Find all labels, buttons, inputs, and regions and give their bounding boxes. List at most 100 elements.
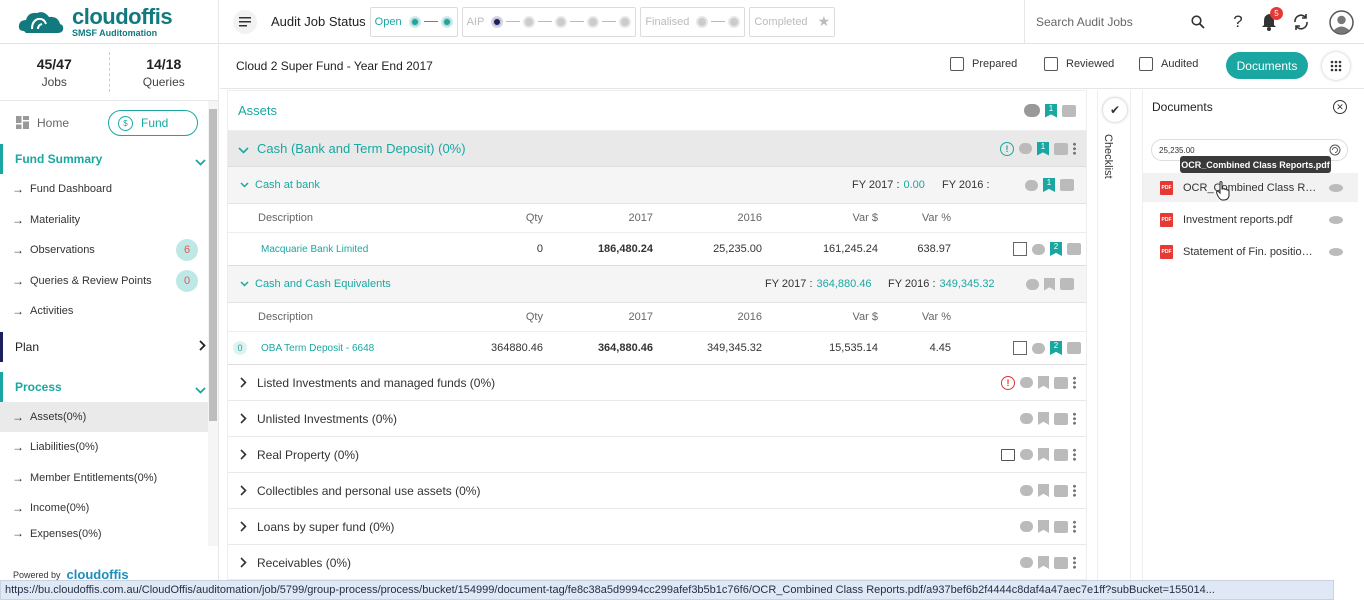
stage-finalised[interactable]: Finalised	[640, 6, 746, 37]
flag-icon[interactable]: 2	[1050, 341, 1062, 355]
comment-icon[interactable]	[1020, 449, 1033, 460]
search-input[interactable]	[1036, 15, 1191, 29]
flag-icon[interactable]	[1038, 520, 1049, 533]
apps-grid-icon[interactable]	[1322, 52, 1350, 80]
note-icon[interactable]	[1067, 243, 1081, 255]
sidebar-item-fund-dashboard[interactable]: → Fund Dashboard	[0, 174, 218, 205]
category-listed-investments[interactable]: Listed Investments and managed funds (0%…	[228, 365, 1086, 401]
sidebar-item-liabilities[interactable]: → Liabilities(0%)	[0, 432, 218, 463]
flag-icon[interactable]	[1038, 412, 1049, 425]
help-icon[interactable]: ?	[1227, 11, 1249, 33]
comment-icon[interactable]	[1032, 342, 1045, 354]
note-icon[interactable]	[1060, 179, 1074, 191]
comment-icon[interactable]	[1020, 413, 1033, 424]
checkbox[interactable]	[950, 57, 964, 71]
reviewed-checkbox[interactable]: Reviewed	[1044, 57, 1114, 71]
sidebar-item-expenses[interactable]: → Expenses(0%)	[0, 524, 218, 540]
note-icon[interactable]	[1054, 520, 1068, 533]
documents-button[interactable]: Documents	[1226, 52, 1308, 79]
more-vertical-icon[interactable]	[1073, 556, 1076, 569]
stage-aip[interactable]: AIP	[461, 6, 637, 37]
flag-icon[interactable]	[1038, 556, 1049, 569]
more-vertical-icon[interactable]	[1073, 520, 1076, 533]
category-unlisted-investments[interactable]: Unlisted Investments (0%)	[228, 401, 1086, 437]
fund-summary-header[interactable]: Fund Summary	[0, 144, 218, 174]
prepared-checkbox[interactable]: Prepared	[950, 57, 1017, 71]
queries-stat[interactable]: 14/18 Queries	[110, 44, 219, 100]
row-checkbox[interactable]	[1013, 242, 1027, 256]
category-loans[interactable]: Loans by super fund (0%)	[228, 509, 1086, 545]
flag-icon[interactable]: 1	[1043, 178, 1055, 192]
category-collectibles[interactable]: Collectibles and personal use assets (0%…	[228, 473, 1086, 509]
document-item[interactable]: PDF Investment reports.pdf	[1143, 205, 1358, 234]
comment-icon[interactable]	[1032, 243, 1045, 255]
note-icon[interactable]	[1054, 412, 1068, 425]
note-icon[interactable]	[1054, 484, 1068, 497]
fund-toggle[interactable]: $ Fund	[108, 110, 198, 136]
search-icon[interactable]	[1191, 15, 1205, 29]
alert-icon[interactable]: !	[1001, 375, 1015, 390]
more-vertical-icon[interactable]	[1073, 484, 1076, 497]
comment-icon[interactable]	[1020, 521, 1033, 532]
plan-header[interactable]: Plan	[0, 331, 218, 362]
sidebar-item-member-entitlements[interactable]: → Member Entitlements(0%)	[0, 463, 218, 494]
jobs-stat[interactable]: 45/47 Jobs	[0, 52, 110, 92]
row-description-link[interactable]: Macquarie Bank Limited	[261, 244, 368, 255]
comment-icon[interactable]	[1026, 278, 1039, 290]
home-link[interactable]: Home	[16, 116, 69, 130]
subgroup-cash-equivalents[interactable]: Cash and Cash Equivalents FY 2017 :364,8…	[228, 266, 1086, 303]
process-header[interactable]: Process	[0, 371, 218, 402]
checklist-rail[interactable]: ✔ Checklist	[1097, 90, 1131, 580]
subgroup-cash-at-bank[interactable]: Cash at bank FY 2017 :0.00 FY 2016 : 1	[228, 167, 1086, 204]
note-icon[interactable]	[1067, 342, 1081, 354]
bell-icon[interactable]: 5	[1258, 7, 1283, 33]
flag-icon[interactable]	[1038, 484, 1049, 497]
more-vertical-icon[interactable]	[1073, 412, 1076, 425]
more-vertical-icon[interactable]	[1073, 448, 1076, 461]
logo[interactable]: cloudoffis SMSF Auditomation	[0, 0, 219, 44]
flag-icon[interactable]	[1038, 448, 1049, 461]
comment-icon[interactable]	[1025, 179, 1038, 191]
note-icon[interactable]	[1060, 278, 1074, 290]
category-real-property[interactable]: Real Property (0%)	[228, 437, 1086, 473]
note-icon[interactable]	[1054, 448, 1068, 461]
sidebar-item-observations[interactable]: → Observations 6	[0, 235, 218, 266]
flag-icon[interactable]	[1044, 277, 1055, 291]
documents-search-input[interactable]	[1159, 145, 1329, 155]
hamburger-menu-icon[interactable]	[233, 9, 257, 34]
note-icon[interactable]	[1054, 556, 1068, 569]
flag-icon[interactable]: 1	[1037, 141, 1049, 156]
document-item[interactable]: PDF OCR_Combined Class Reports.pdf	[1143, 173, 1358, 202]
note-icon[interactable]	[1054, 376, 1068, 389]
alert-icon[interactable]: !	[1000, 141, 1014, 156]
stage-completed[interactable]: Completed ★	[749, 6, 836, 37]
calendar-icon[interactable]	[1001, 448, 1015, 461]
sidebar-scrollbar[interactable]	[208, 101, 218, 546]
avatar[interactable]	[1329, 10, 1354, 35]
group-cash-bank-term[interactable]: Cash (Bank and Term Deposit) (0%) ! 1	[228, 131, 1086, 167]
sidebar-item-assets[interactable]: → Assets(0%)	[0, 401, 218, 432]
comment-icon[interactable]	[1020, 377, 1033, 388]
stage-open[interactable]: Open	[369, 6, 458, 37]
sidebar-item-queries-review-points[interactable]: → Queries & Review Points 0	[0, 266, 218, 297]
sidebar-item-materiality[interactable]: → Materiality	[0, 205, 218, 236]
sidebar-item-activities[interactable]: → Activities	[0, 296, 218, 327]
category-receivables[interactable]: Receivables (0%)	[228, 545, 1086, 579]
document-item[interactable]: PDF Statement of Fin. position ...	[1143, 237, 1358, 266]
more-vertical-icon[interactable]	[1073, 142, 1076, 155]
flag-icon[interactable]: 1	[1045, 103, 1057, 118]
checkmark-icon[interactable]: ✔	[1103, 98, 1127, 122]
note-icon[interactable]	[1062, 104, 1076, 117]
scrollbar-thumb[interactable]	[209, 109, 217, 421]
audited-checkbox[interactable]: Audited	[1139, 57, 1198, 71]
checkbox[interactable]	[1139, 57, 1153, 71]
clear-search-icon[interactable]	[1329, 144, 1341, 156]
close-icon[interactable]: ✕	[1333, 100, 1347, 114]
note-icon[interactable]	[1054, 142, 1068, 155]
row-description-link[interactable]: OBA Term Deposit - 6648	[261, 343, 374, 354]
flag-icon[interactable]: 2	[1050, 242, 1062, 256]
eye-icon[interactable]	[1329, 247, 1343, 256]
comment-icon[interactable]	[1020, 557, 1033, 568]
row-checkbox[interactable]	[1013, 341, 1027, 355]
flag-icon[interactable]	[1038, 376, 1049, 389]
